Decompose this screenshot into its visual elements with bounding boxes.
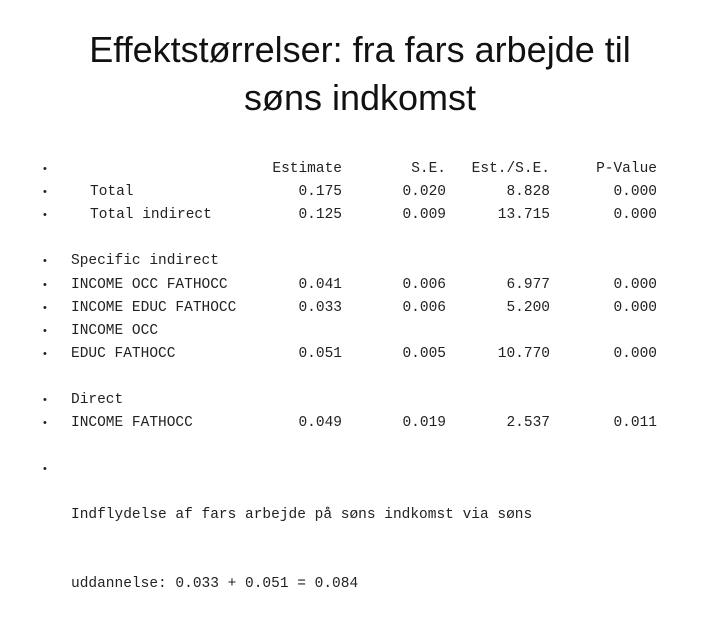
row-label: EDUC FATHOCC — [71, 346, 176, 362]
se-value: 0.020 — [402, 184, 446, 200]
slide-title-line-1: Effektstørrelser: fra fars arbejde til — [89, 29, 631, 70]
bullet-icon: • — [43, 325, 47, 337]
table-row: • Total indirect 0.125 0.009 13.715 0.00… — [0, 204, 720, 227]
estimate-value: 0.049 — [298, 415, 342, 431]
bullet-icon: • — [43, 163, 47, 175]
row-label: Total indirect — [90, 207, 212, 223]
table-row: • INCOME OCC FATHOCC 0.041 0.006 6.977 0… — [0, 274, 720, 297]
row-label: Total — [90, 184, 134, 200]
summary-note-line-1: Indflydelse af fars arbejde på søns indk… — [71, 507, 533, 523]
row-label: Specific indirect — [71, 253, 219, 269]
table-header-row: • Estimate S.E. Est./S.E. P-Value — [0, 158, 720, 181]
se-value: 0.009 — [402, 207, 446, 223]
bullet-icon: • — [43, 209, 47, 221]
est-se-value: 6.977 — [506, 277, 550, 293]
p-value: 0.000 — [613, 207, 657, 223]
table-row: • INCOME OCC — [0, 320, 720, 343]
row-label: INCOME OCC FATHOCC — [71, 277, 228, 293]
row-label: INCOME OCC — [71, 323, 159, 339]
row-label: Direct — [71, 392, 124, 408]
table-section-heading: • Direct — [0, 389, 720, 412]
est-se-value: 13.715 — [497, 207, 550, 223]
p-value: 0.011 — [613, 415, 657, 431]
se-value: 0.006 — [402, 277, 446, 293]
estimate-value: 0.175 — [298, 184, 342, 200]
summary-note: Indflydelse af fars arbejde på søns indk… — [71, 458, 691, 642]
table-row: • Total 0.175 0.020 8.828 0.000 — [0, 181, 720, 204]
header-estimate: Estimate — [272, 161, 342, 177]
bullet-icon: • — [43, 348, 47, 360]
table-row: • INCOME EDUC FATHOCC 0.033 0.006 5.200 … — [0, 297, 720, 320]
bullet-icon: • — [43, 186, 47, 198]
bullet-icon: • — [43, 394, 47, 406]
bullet-icon: • — [43, 302, 47, 314]
bullet-icon: • — [43, 417, 47, 429]
estimate-value: 0.125 — [298, 207, 342, 223]
summary-note-line-2: uddannelse: 0.033 + 0.051 = 0.084 — [71, 576, 359, 592]
table-row: • INCOME FATHOCC 0.049 0.019 2.537 0.011 — [0, 412, 720, 435]
est-se-value: 8.828 — [506, 184, 550, 200]
slide-title-line-2: søns indkomst — [243, 77, 477, 118]
bullet-icon: • — [43, 255, 47, 267]
p-value: 0.000 — [613, 277, 657, 293]
se-value: 0.019 — [402, 415, 446, 431]
p-value: 0.000 — [613, 300, 657, 316]
header-se: S.E. — [411, 161, 446, 177]
p-value: 0.000 — [613, 346, 657, 362]
est-se-value: 5.200 — [506, 300, 550, 316]
table-row: • EDUC FATHOCC 0.051 0.005 10.770 0.000 — [0, 343, 720, 366]
p-value: 0.000 — [613, 184, 657, 200]
bullet-icon: • — [43, 279, 47, 291]
row-label: INCOME FATHOCC — [71, 415, 193, 431]
est-se-value: 10.770 — [497, 346, 550, 362]
se-value: 0.006 — [402, 300, 446, 316]
estimate-value: 0.041 — [298, 277, 342, 293]
bullet-icon: • — [43, 463, 47, 475]
est-se-value: 2.537 — [506, 415, 550, 431]
estimate-value: 0.051 — [298, 346, 342, 362]
row-label: INCOME EDUC FATHOCC — [71, 300, 237, 316]
estimate-value: 0.033 — [298, 300, 342, 316]
header-est-se: Est./S.E. — [471, 161, 550, 177]
slide-title: Effektstørrelser: fra fars arbejde til s… — [0, 26, 720, 122]
header-p-value: P-Value — [596, 161, 657, 177]
table-section-heading: • Specific indirect — [0, 250, 720, 273]
se-value: 0.005 — [402, 346, 446, 362]
